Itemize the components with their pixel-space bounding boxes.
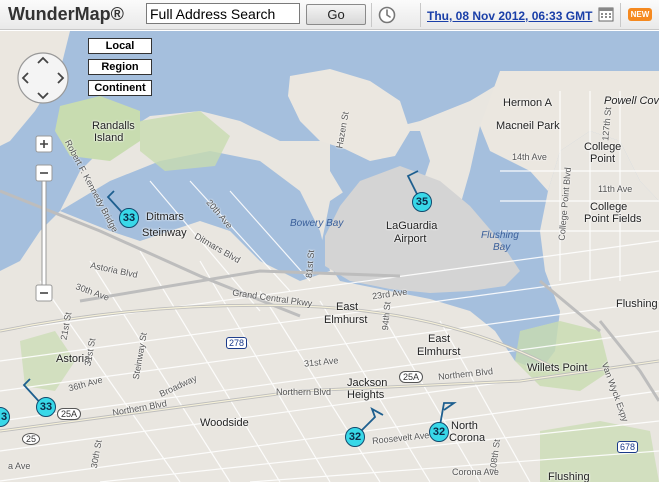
clock-icon[interactable] [377, 5, 397, 25]
weather-station-marker[interactable]: 33 [36, 397, 56, 417]
temperature-value[interactable]: 32 [429, 422, 449, 442]
temperature-value[interactable]: 33 [36, 397, 56, 417]
toolbar: WunderMap® Go Thu, 08 Nov 2012, 06:33 GM… [0, 0, 659, 30]
date-link[interactable]: Thu, 08 Nov 2012, 06:33 GMT [427, 9, 592, 23]
wind-barbs [22, 170, 457, 438]
temperature-value[interactable]: 33 [119, 208, 139, 228]
temperature-value[interactable]: 35 [412, 192, 432, 212]
go-button[interactable]: Go [306, 4, 366, 25]
toolbar-divider [371, 3, 372, 27]
weather-station-marker[interactable]: 32 [345, 427, 365, 447]
temperature-value[interactable]: 32 [345, 427, 365, 447]
app-title: WunderMap® [8, 4, 124, 24]
toolbar-divider [620, 3, 621, 27]
weather-station-marker[interactable]: 32 [429, 422, 449, 442]
map[interactable]: Randalls Island Hermon A Macneil Park Po… [0, 31, 659, 482]
weather-station-marker[interactable]: 33 [119, 208, 139, 228]
calendar-icon[interactable] [598, 6, 614, 22]
weather-station-marker[interactable]: 3 [0, 407, 10, 427]
address-search-input[interactable] [146, 3, 300, 24]
weather-station-marker[interactable]: 35 [412, 192, 432, 212]
temperature-value[interactable]: 3 [0, 407, 10, 427]
toolbar-divider [420, 3, 421, 27]
new-badge[interactable]: NEW [628, 8, 652, 21]
